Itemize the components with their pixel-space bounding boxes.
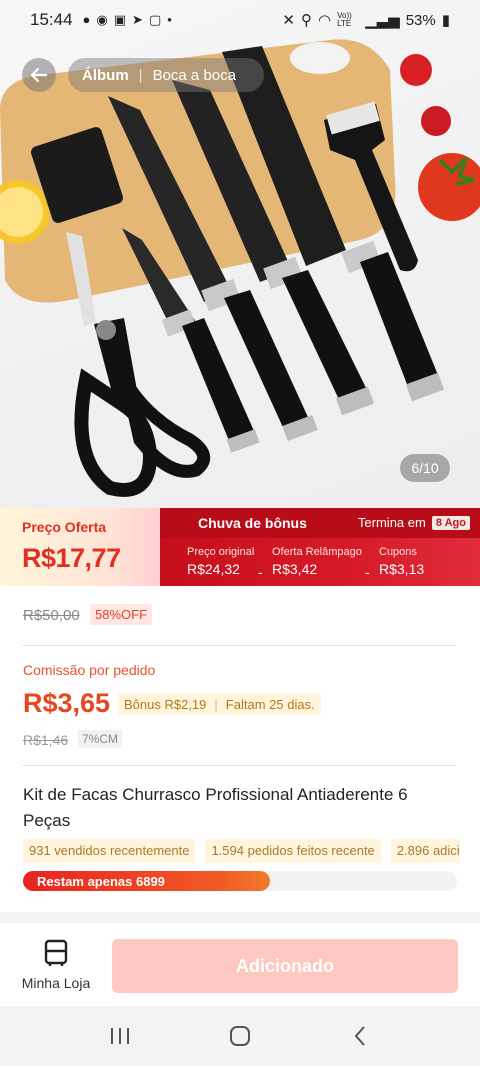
ends-label: Termina em xyxy=(357,515,426,530)
battery-icon: ▮ xyxy=(441,12,450,29)
store-icon xyxy=(44,939,68,966)
product-title: Kit de Facas Churrasco Profissional Anti… xyxy=(23,785,408,830)
chevron-left-icon xyxy=(354,1026,365,1046)
stock-progress-bar: Restam apenas 6899 xyxy=(23,871,457,891)
messenger-icon: ◉ xyxy=(96,12,108,27)
home-button[interactable] xyxy=(220,1016,260,1056)
notification-icons: ● ◉ ▣ ➤ ▢ • xyxy=(83,12,172,28)
chat-icon: ● xyxy=(82,12,91,27)
bottom-action-bar: Minha Loja Adicionado xyxy=(0,922,480,1006)
commission-label: Comissão por pedido xyxy=(23,662,156,678)
mute-icon: ✕ xyxy=(282,12,295,29)
event-title: Chuva de bônus xyxy=(198,515,307,531)
flash-sale-banner: Preço Oferta R$17,77 Chuva de bônus Term… xyxy=(0,508,480,586)
bonus-amount: Bônus R$2,19 xyxy=(124,696,207,712)
coupons-label: Cupons xyxy=(379,546,417,558)
stock-label: Restam apenas 6899 xyxy=(37,874,165,889)
old-commission: R$1,46 xyxy=(23,732,69,748)
network-label: Vo)) LTE xyxy=(337,11,352,28)
divider xyxy=(22,645,456,646)
signal-icon: ▁▃▅ xyxy=(365,12,400,29)
divider xyxy=(22,765,456,766)
original-price-col: Preço original R$24,32 xyxy=(187,546,254,577)
flash-offer-label: Oferta Relâmpago xyxy=(272,546,362,558)
arrow-left-icon xyxy=(30,67,48,83)
status-bar: 15:44 ● ◉ ▣ ➤ ▢ • ✕ ⚲ ◠ Vo)) LTE ▁▃▅ 53%… xyxy=(0,0,480,40)
coupons-col: Cupons R$3,13 xyxy=(379,546,424,577)
flash-offer-value: R$3,42 xyxy=(272,561,318,577)
offer-price: R$17,77 xyxy=(22,543,121,573)
tab-album[interactable]: Álbum xyxy=(82,67,129,84)
my-store-label: Minha Loja xyxy=(21,975,91,991)
bonus-info: Bônus R$2,19 | Faltam 25 dias. xyxy=(118,693,321,715)
dot-icon: • xyxy=(167,12,172,27)
offer-price-block: Preço Oferta R$17,77 xyxy=(0,508,160,586)
tab-divider: | xyxy=(138,66,143,84)
system-icons: ✕ ⚲ ◠ Vo)) LTE ▁▃▅ 53% ▮ xyxy=(282,11,450,30)
sales-tags: 931 vendidos recentemente 1.594 pedidos … xyxy=(23,839,460,863)
sales-tag: 1.594 pedidos feitos recente xyxy=(205,839,381,863)
image-counter: 6/10 xyxy=(400,454,450,482)
commission-rate-badge: 7%CM xyxy=(78,730,123,748)
discount-badge: 58%OFF xyxy=(90,604,153,625)
system-nav-bar xyxy=(0,1006,480,1066)
minus-sign: - xyxy=(258,564,263,580)
tab-reviews[interactable]: Boca a boca xyxy=(153,67,236,84)
back-button[interactable] xyxy=(22,58,56,92)
my-store-button[interactable]: Minha Loja xyxy=(14,939,98,995)
commission-value: R$3,65 xyxy=(23,688,111,718)
sales-tag: 2.896 adicionados xyxy=(390,839,460,863)
home-icon xyxy=(230,1026,250,1046)
ends-date: 8 Ago xyxy=(431,515,470,530)
location-icon: ⚲ xyxy=(301,12,312,29)
album-tabs: Álbum | Boca a boca xyxy=(68,58,264,92)
back-nav-button[interactable] xyxy=(340,1016,380,1056)
days-left: Faltam 25 dias. xyxy=(225,696,315,712)
bonus-divider: | xyxy=(214,696,218,712)
recent-apps-button[interactable] xyxy=(100,1016,140,1056)
battery-level: 53% xyxy=(405,11,436,29)
original-price-value: R$24,32 xyxy=(187,561,240,577)
coupons-value: R$3,13 xyxy=(379,561,425,577)
event-title-bar: Chuva de bônus Termina em 8 Ago xyxy=(160,508,480,538)
event-countdown: Termina em 8 Ago xyxy=(358,515,470,530)
flash-offer-col: Oferta Relâmpago R$3,42 xyxy=(272,546,362,577)
offer-label: Preço Oferta xyxy=(22,519,107,535)
sales-tag: 931 vendidos recentemente xyxy=(23,839,196,863)
minus-sign: - xyxy=(365,564,370,580)
added-button[interactable]: Adicionado xyxy=(112,939,458,993)
message-icon: ▣ xyxy=(113,12,127,27)
original-price-label: Preço original xyxy=(187,546,255,558)
old-price: R$50,00 xyxy=(23,607,80,624)
bonus-event-block: Chuva de bônus Termina em 8 Ago Preço or… xyxy=(160,508,480,586)
status-time: 15:44 xyxy=(30,10,73,29)
instagram-icon: ▢ xyxy=(148,12,162,27)
recent-apps-icon xyxy=(111,1028,129,1044)
telegram-icon: ➤ xyxy=(132,12,143,27)
wifi-icon: ◠ xyxy=(318,12,332,29)
section-separator xyxy=(0,912,480,922)
